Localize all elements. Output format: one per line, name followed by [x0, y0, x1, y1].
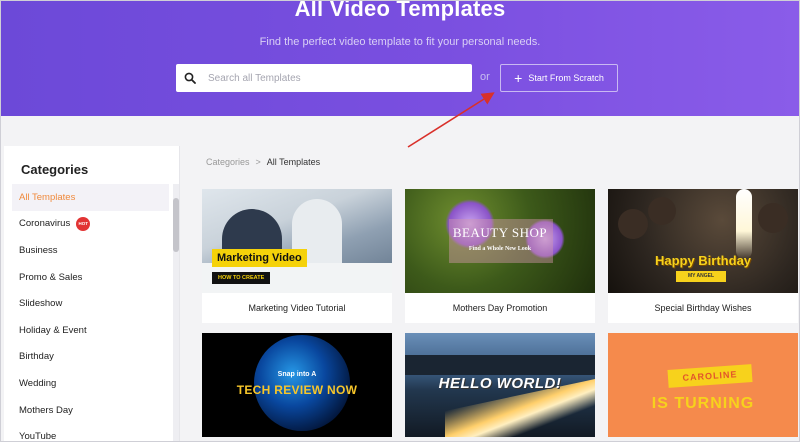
template-thumbnail[interactable]: HELLO WORLD!	[405, 333, 595, 437]
sidebar-item-business[interactable]: Business	[12, 237, 169, 264]
categories-sidebar: Categories All Templates Coronavirus HOT…	[4, 146, 180, 442]
thumbnail-figure	[648, 197, 676, 225]
template-title: Special Birthday Wishes	[654, 303, 752, 313]
sidebar-item-label: Birthday	[19, 351, 54, 363]
thumbnail-caption: BEAUTY SHOP	[452, 225, 548, 240]
template-thumbnail[interactable]: Snap into A TECH REVIEW NOW	[202, 333, 392, 437]
plus-icon: +	[514, 69, 523, 86]
categories-heading: Categories	[21, 162, 89, 177]
sidebar-item-mothers-day[interactable]: Mothers Day	[12, 397, 169, 424]
template-card-tech-review[interactable]: Snap into A TECH REVIEW NOW	[202, 333, 392, 437]
start-from-scratch-label: Start From Scratch	[528, 73, 604, 83]
thumbnail-caption: HELLO WORLD!	[438, 375, 562, 392]
sidebar-item-label: All Templates	[19, 191, 76, 203]
page-title: All Video Templates	[294, 0, 506, 21]
sidebar-item-label: Holiday & Event	[19, 324, 87, 336]
template-title: Mothers Day Promotion	[452, 303, 548, 313]
sidebar-item-youtube[interactable]: YouTube	[12, 423, 169, 442]
template-card-hello-world[interactable]: HELLO WORLD!	[405, 333, 595, 437]
category-list: All Templates Coronavirus HOT Business P…	[12, 184, 169, 442]
template-title: Marketing Video Tutorial	[248, 303, 346, 313]
breadcrumb-categories-link[interactable]: Categories	[206, 157, 250, 167]
sidebar-item-label: Promo & Sales	[19, 271, 83, 283]
template-thumbnail[interactable]: Happy Birthday MY ANGEL	[608, 189, 798, 293]
sidebar-item-label: YouTube	[19, 431, 57, 442]
template-card-caroline[interactable]: CAROLINE IS TURNING	[608, 333, 798, 437]
scrollbar-thumb[interactable]	[173, 198, 179, 252]
template-thumbnail[interactable]: Marketing Video HOW TO CREATE	[202, 189, 392, 293]
template-card-mothers-day[interactable]: BEAUTY SHOP Find a Whole New Look Mother…	[405, 189, 595, 323]
search-icon[interactable]	[176, 64, 204, 92]
thumbnail-skyline	[405, 355, 595, 375]
sidebar-item-label: Slideshow	[19, 298, 63, 310]
start-from-scratch-button[interactable]: + Start From Scratch	[500, 64, 618, 92]
thumbnail-caption: TECH REVIEW NOW	[236, 383, 358, 397]
thumbnail-subcaption: Find a Whole New Look	[468, 246, 532, 252]
template-thumbnail[interactable]: CAROLINE IS TURNING	[608, 333, 798, 437]
sidebar-item-label: Mothers Day	[19, 404, 73, 416]
thumbnail-subcaption: MY ANGEL	[676, 271, 726, 282]
template-card-marketing[interactable]: Marketing Video HOW TO CREATE Marketing …	[202, 189, 392, 323]
thumbnail-caption: Marketing Video	[212, 249, 307, 267]
thumbnail-subcaption: CAROLINE	[667, 364, 753, 388]
thumbnail-figure	[618, 209, 648, 239]
or-label: or	[480, 71, 490, 83]
sidebar-item-all-templates[interactable]: All Templates	[12, 184, 169, 211]
sidebar-scrollbar[interactable]	[173, 184, 179, 442]
sidebar-item-coronavirus[interactable]: Coronavirus HOT	[12, 211, 169, 238]
sidebar-item-holiday-event[interactable]: Holiday & Event	[12, 317, 169, 344]
template-card-birthday[interactable]: Happy Birthday MY ANGEL Special Birthday…	[608, 189, 798, 323]
template-thumbnail[interactable]: BEAUTY SHOP Find a Whole New Look	[405, 189, 595, 293]
thumbnail-subcaption: Snap into A	[277, 371, 317, 378]
sidebar-item-label: Coronavirus	[19, 218, 71, 230]
sidebar-item-slideshow[interactable]: Slideshow	[12, 290, 169, 317]
breadcrumb-current: All Templates	[266, 157, 321, 167]
thumbnail-caption: Happy Birthday	[654, 253, 752, 268]
sidebar-item-birthday[interactable]: Birthday	[12, 344, 169, 371]
thumbnail-caption: IS TURNING	[651, 395, 755, 412]
hero-banner: All Video Templates Find the perfect vid…	[0, 0, 800, 116]
search-input[interactable]	[204, 64, 472, 92]
breadcrumb-separator: >	[255, 157, 261, 167]
sidebar-item-wedding[interactable]: Wedding	[12, 370, 169, 397]
sidebar-item-label: Wedding	[19, 377, 57, 389]
thumbnail-sparkler	[736, 189, 752, 259]
page-subtitle: Find the perfect video template to fit y…	[259, 36, 541, 48]
breadcrumb: Categories > All Templates	[206, 157, 320, 167]
thumbnail-subcaption: HOW TO CREATE	[212, 272, 271, 284]
hot-badge: HOT	[76, 216, 91, 231]
thumbnail-figure	[758, 203, 788, 233]
sidebar-item-label: Business	[19, 244, 58, 256]
sidebar-item-promo-sales[interactable]: Promo & Sales	[12, 264, 169, 291]
search-box[interactable]	[176, 64, 472, 92]
